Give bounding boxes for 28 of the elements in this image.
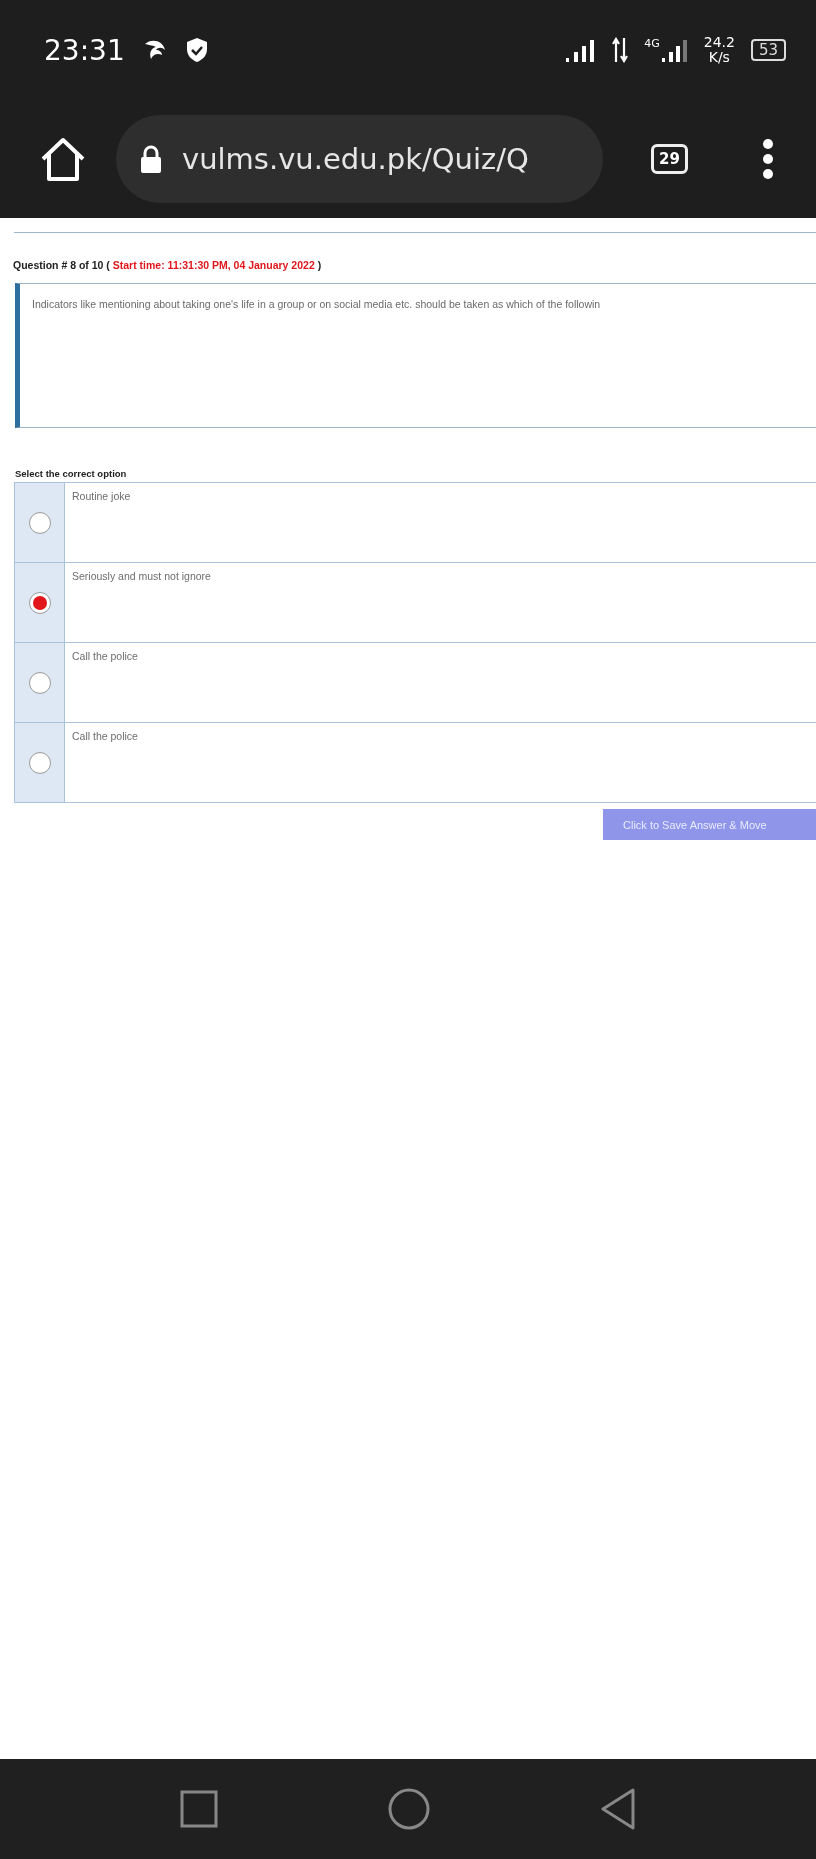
option-text: Routine joke <box>71 489 132 504</box>
menu-icon[interactable] <box>761 139 774 179</box>
back-icon[interactable] <box>600 1788 636 1830</box>
home-button-icon[interactable] <box>388 1788 430 1830</box>
signal-icon <box>566 38 597 62</box>
option-text: Call the police <box>71 649 139 664</box>
home-icon[interactable] <box>40 137 86 181</box>
select-option-label: Select the correct option <box>15 468 128 479</box>
clock-time: 23:31 <box>44 33 125 67</box>
option-text: Seriously and must not ignore <box>71 569 212 584</box>
radio-button[interactable] <box>28 751 51 774</box>
signal-icon <box>661 38 688 62</box>
recent-apps-icon[interactable] <box>180 1790 218 1828</box>
question-text: Indicators like mentioning about taking one's life in a group or on social media etc. should be taken as which of the followin <box>15 283 816 428</box>
question-heading: Question # 8 of 10 ( Start time: 11:31:30 PM, 04 January 2022 ) <box>13 259 323 271</box>
speed-unit: K/s <box>708 50 730 65</box>
address-bar[interactable]: vulms.vu.edu.pk/Quiz/Q <box>116 115 603 203</box>
radio-button[interactable] <box>28 671 51 694</box>
shield-icon <box>184 37 209 63</box>
radio-button[interactable] <box>28 511 51 534</box>
battery-level: 53 <box>750 39 786 61</box>
radio-button[interactable] <box>28 591 51 614</box>
option-text: Call the police <box>71 729 139 744</box>
network-type: 4G <box>644 37 660 49</box>
speed-value: 24.2 <box>703 35 735 50</box>
tab-count-button[interactable]: 29 <box>651 144 688 174</box>
data-transfer-icon <box>612 37 629 63</box>
lock-icon <box>140 145 162 173</box>
